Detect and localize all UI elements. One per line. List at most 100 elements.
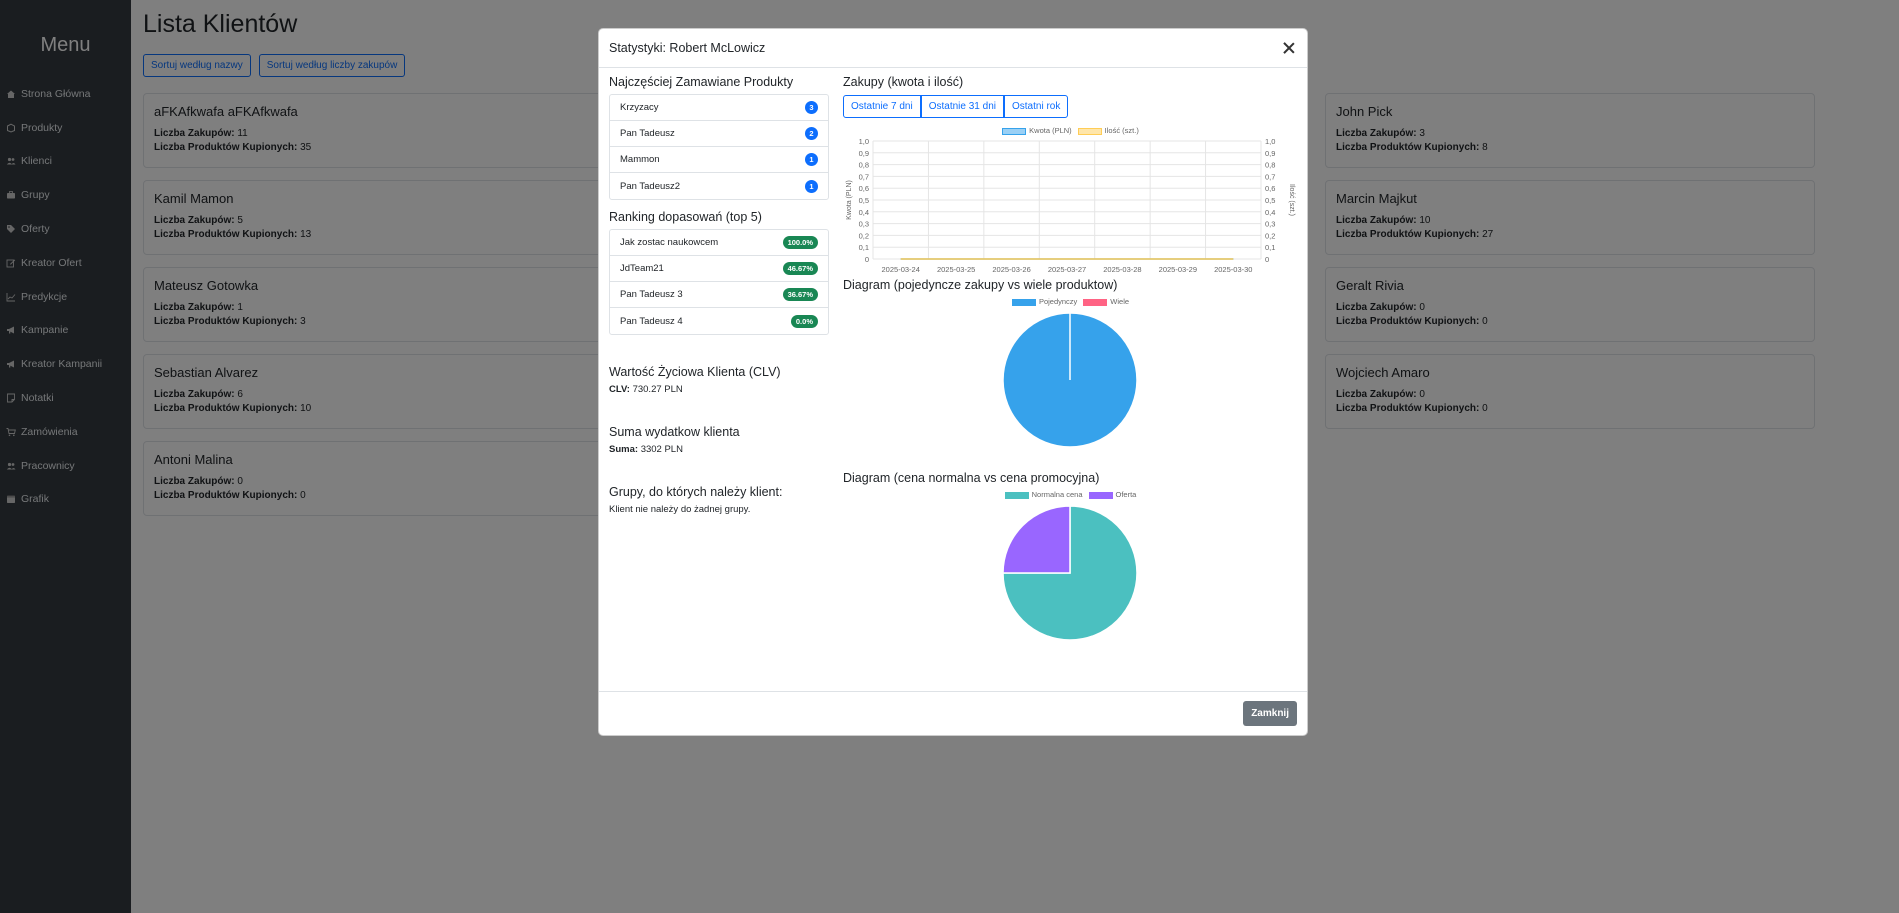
range-button-group: Ostatnie 7 dni Ostatnie 31 dni Ostatni r… xyxy=(843,95,1298,118)
single-multi-pie-svg xyxy=(1002,312,1138,448)
y-tick-label: 0,5 xyxy=(859,196,869,205)
ranking-label: Pan Tadeusz 4 xyxy=(620,315,683,327)
groups-heading: Grupy, do których należy klient: xyxy=(609,485,783,499)
ranking-label: Pan Tadeusz 3 xyxy=(620,289,683,300)
modal-right-column: Zakupy (kwota i ilość) Ostatnie 7 dni Os… xyxy=(843,75,1298,650)
y2-axis-label: Ilość (szt.) xyxy=(1288,184,1295,216)
legend-multi-label: Wiele xyxy=(1110,297,1130,306)
y-tick-label: 0,2 xyxy=(859,231,869,240)
legend-item-normal: Normalna cena xyxy=(1004,490,1083,499)
clv-label: CLV: xyxy=(609,384,630,395)
top-product-item: Pan Tadeusz2 1 xyxy=(610,173,828,199)
spending-heading: Suma wydatkow klienta xyxy=(609,425,740,439)
y2-tick-label: 1,0 xyxy=(1265,137,1275,146)
spending-label: Suma: xyxy=(609,444,639,455)
spending-line: Suma: 3302 PLN xyxy=(609,444,829,455)
x-tick-label: 2025-03-28 xyxy=(1103,265,1141,274)
top-product-count-badge: 3 xyxy=(805,101,818,114)
price-pie-chart: Normalna cena Oferta xyxy=(843,490,1298,650)
top-product-item: Krzyzacy 3 xyxy=(610,95,828,121)
ranking-item: Jak zostac naukowcem 100.0% xyxy=(610,230,828,256)
price-legend: Normalna cena Oferta xyxy=(843,490,1298,499)
spending-value: 3302 PLN xyxy=(640,444,683,455)
modal-footer: Zamknij xyxy=(599,691,1307,735)
top-product-label: Pan Tadeusz xyxy=(620,128,675,139)
legend-normal-label: Normalna cena xyxy=(1031,490,1083,499)
ranking-score-badge: 100.0% xyxy=(782,236,818,249)
y2-tick-label: 0,4 xyxy=(1265,208,1275,217)
groups-text: Klient nie należy do żadnej grupy. xyxy=(609,504,751,515)
top-product-count-badge: 1 xyxy=(805,153,818,166)
y2-tick-label: 0 xyxy=(1265,255,1269,264)
y2-tick-label: 0,5 xyxy=(1265,196,1275,205)
x-tick-label: 2025-03-25 xyxy=(937,265,975,274)
ranking-score-badge: 36.67% xyxy=(782,288,818,301)
ranking-item: JdTeam21 46.67% xyxy=(610,256,828,282)
y-tick-label: 0,3 xyxy=(859,220,869,229)
close-button[interactable]: Zamknij xyxy=(1243,701,1297,726)
client-stats-modal: Statystyki: Robert McLowicz Najczęściej … xyxy=(598,28,1308,736)
ranking-item: Pan Tadeusz 3 36.67% xyxy=(610,282,828,308)
top-product-label: Pan Tadeusz2 xyxy=(620,180,681,192)
modal-title: Statystyki: Robert McLowicz xyxy=(609,41,766,55)
ranking-list: Jak zostac naukowcem 100.0% JdTeam21 46.67%… xyxy=(609,229,829,335)
ranking-item: Pan Tadeusz 4 0.0% xyxy=(610,308,828,334)
top-products-heading: Najczęściej Zamawiane Produkty xyxy=(609,75,794,89)
top-product-label: Mammon xyxy=(620,154,660,165)
ranking-label: JdTeam21 xyxy=(620,263,664,274)
range-31-days-button[interactable]: Ostatnie 31 dni xyxy=(920,95,1004,118)
top-products-list: Krzyzacy 3 Pan Tadeusz 2 Mammon 1 Pan Tadeusz2… xyxy=(609,94,829,200)
clv-line: CLV: 730.27 PLN xyxy=(609,384,829,395)
legend-single-label: Pojedynczy xyxy=(1038,297,1078,306)
single-multi-heading: Diagram (pojedyncze zakupy vs wiele prod… xyxy=(843,278,1118,292)
top-product-item: Pan Tadeusz 2 xyxy=(610,121,828,147)
legend-quantity-label: Ilość (szt.) xyxy=(1104,126,1139,135)
y2-tick-label: 0,3 xyxy=(1265,220,1275,229)
legend-item-amount: Kwota (PLN) xyxy=(1002,126,1072,135)
x-tick-label: 2025-03-29 xyxy=(1159,265,1197,274)
y-tick-label: 0,1 xyxy=(859,243,869,252)
modal-header: Statystyki: Robert McLowicz xyxy=(599,29,1307,68)
ranking-score-badge: 0.0% xyxy=(790,314,818,328)
single-multi-pie-chart: Pojedynczy Wiele xyxy=(843,297,1298,467)
top-product-item: Mammon 1 xyxy=(610,147,828,173)
legend-item-offer: Oferta xyxy=(1088,490,1137,499)
single-multi-legend: Pojedynczy Wiele xyxy=(843,297,1298,306)
clv-heading: Wartość Życiowa Klienta (CLV) xyxy=(609,365,781,379)
range-7-days-button[interactable]: Ostatnie 7 dni xyxy=(843,95,921,118)
purchases-chart-heading: Zakupy (kwota i ilość) xyxy=(843,75,964,89)
y-tick-label: 0,9 xyxy=(859,149,869,158)
y2-tick-label: 0,6 xyxy=(1265,184,1275,193)
y-axis-label: Kwota (PLN) xyxy=(846,180,853,220)
ranking-score-badge: 46.67% xyxy=(782,262,818,275)
range-year-button[interactable]: Ostatni rok xyxy=(1003,95,1069,118)
y2-tick-label: 0,2 xyxy=(1265,231,1275,240)
top-product-label: Krzyzacy xyxy=(620,102,659,113)
ranking-heading: Ranking dopasowań (top 5) xyxy=(609,210,762,224)
purchases-line-chart: Kwota (PLN) Ilość (szt.) 0 0 0,1 0,1 0,2 0,2 0… xyxy=(843,126,1298,276)
y-tick-label: 0,7 xyxy=(859,172,869,181)
legend-item-quantity: Ilość (szt.) xyxy=(1077,126,1139,135)
y2-tick-label: 0,7 xyxy=(1265,172,1275,181)
x-tick-label: 2025-03-26 xyxy=(992,265,1030,274)
x-tick-label: 2025-03-27 xyxy=(1048,265,1086,274)
legend-amount-label: Kwota (PLN) xyxy=(1029,126,1072,135)
purchases-chart-legend: Kwota (PLN) Ilość (szt.) xyxy=(843,126,1298,135)
modal-left-column: Najczęściej Zamawiane Produkty Krzyzacy 3… xyxy=(609,75,829,515)
x-tick-label: 2025-03-24 xyxy=(882,265,920,274)
purchases-line-chart-svg: 0 0 0,1 0,1 0,2 0,2 0,3 0,3 0,4 0,4 0,5 0,5 0,6 0,6 0,… xyxy=(846,137,1295,274)
x-tick-label: 2025-03-30 xyxy=(1214,265,1252,274)
close-icon[interactable] xyxy=(1281,40,1297,56)
y-tick-label: 1,0 xyxy=(859,137,869,146)
y-tick-label: 0,4 xyxy=(859,208,869,217)
ranking-label: Jak zostac naukowcem xyxy=(620,237,719,248)
price-heading: Diagram (cena normalna vs cena promocyjn… xyxy=(843,471,1100,485)
legend-offer-label: Oferta xyxy=(1115,490,1137,499)
y-tick-label: 0,8 xyxy=(859,161,869,170)
pie-slice-1 xyxy=(1002,505,1071,574)
y2-tick-label: 0,9 xyxy=(1265,149,1275,158)
legend-item-single: Pojedynczy xyxy=(1011,297,1078,306)
legend-item-multi: Wiele xyxy=(1083,297,1129,306)
y2-tick-label: 0,8 xyxy=(1265,161,1275,170)
top-product-count-badge: 2 xyxy=(805,127,818,140)
